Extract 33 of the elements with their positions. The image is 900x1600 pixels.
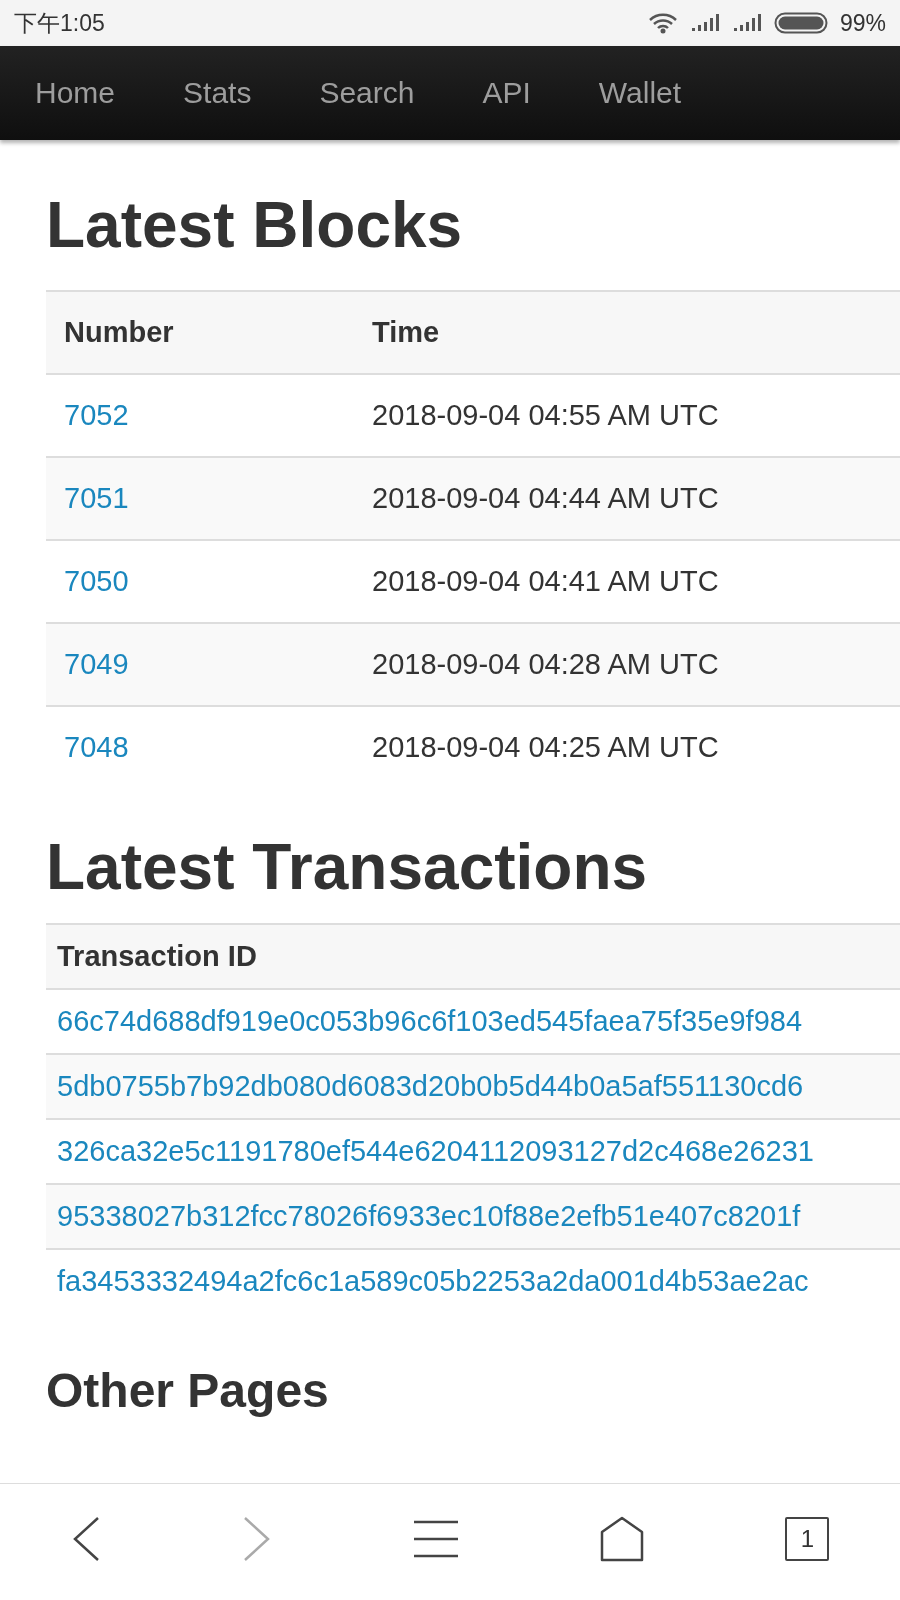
block-number-link[interactable]: 7051 xyxy=(64,482,129,515)
nav-link[interactable]: API xyxy=(482,76,531,110)
nav-link[interactable]: Search xyxy=(319,76,415,110)
tabs-button[interactable]: 1 xyxy=(785,1517,830,1561)
menu-icon[interactable] xyxy=(412,1519,459,1559)
table-cell: 2018-09-04 04:28 AM UTC xyxy=(354,623,900,707)
table-cell: 2018-09-04 04:44 AM UTC xyxy=(354,457,900,541)
block-number-link[interactable]: 7049 xyxy=(64,648,129,681)
transaction-link[interactable]: 326ca32e5c1191780ef544e6204112093127d2c468e26231 xyxy=(57,1134,814,1167)
block-number-link[interactable]: 7050 xyxy=(64,565,129,598)
section-heading: Other Pages xyxy=(46,1364,330,1418)
signal-icon xyxy=(731,13,762,33)
column-header: Transaction ID xyxy=(46,923,900,989)
nav-link[interactable]: Stats xyxy=(183,76,252,110)
battery-level: 99% xyxy=(839,9,886,37)
column-header: Time xyxy=(354,291,900,375)
table-cell: 2018-09-04 04:25 AM UTC xyxy=(354,706,900,789)
nav-link[interactable]: Wallet xyxy=(598,76,682,110)
block-number-link[interactable]: 7048 xyxy=(64,731,129,764)
section-heading: Latest Blocks xyxy=(46,190,464,261)
wifi-icon xyxy=(647,12,678,34)
block-number-link[interactable]: 7052 xyxy=(64,399,129,432)
signal-icon xyxy=(689,13,720,33)
nav-link[interactable]: Home xyxy=(35,76,116,110)
table-cell: 2018-09-04 04:55 AM UTC xyxy=(354,374,900,458)
home-icon[interactable] xyxy=(600,1516,645,1562)
table-cell: 2018-09-04 04:41 AM UTC xyxy=(354,540,900,624)
transaction-link[interactable]: fa3453332494a2fc6c1a589c05b2253a2da001d4b53ae2ac xyxy=(57,1264,809,1297)
section-heading: Latest Transactions xyxy=(46,832,649,903)
battery-icon xyxy=(773,12,828,34)
column-header: Number xyxy=(46,291,354,375)
transaction-link[interactable]: 66c74d688df919e0c053b96c6f103ed545faea75f35e9f984 xyxy=(57,1004,803,1037)
status-time: 下午1:05 xyxy=(14,8,105,38)
